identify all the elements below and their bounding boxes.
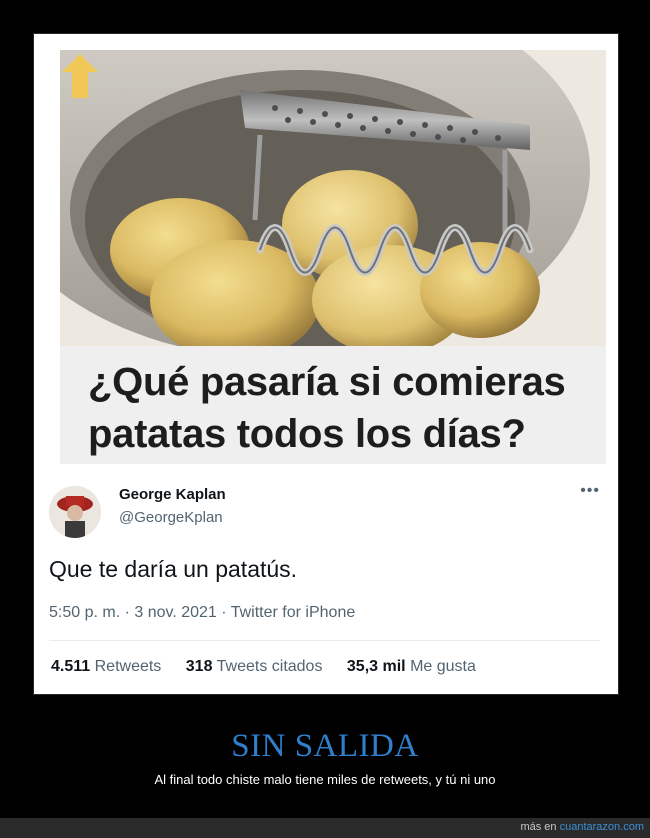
likes-label: Me gusta	[410, 658, 476, 675]
more-options-icon[interactable]: •••	[580, 482, 600, 500]
footer-bar: más en cuantarazon.com	[0, 818, 650, 838]
retweets-stat[interactable]: 4.511 Retweets	[51, 658, 161, 676]
meme-frame: ¿Qué pasaría si comieras patatas todos l…	[33, 33, 619, 695]
author-name[interactable]: George Kaplan	[119, 486, 226, 503]
retweets-label: Retweets	[94, 658, 162, 675]
potato-masher-photo	[60, 50, 606, 346]
caption-subtitle: Al final todo chiste malo tiene miles de…	[154, 772, 496, 787]
avatar[interactable]	[49, 486, 101, 538]
retweets-count: 4.511	[51, 658, 91, 675]
site-link[interactable]: cuantarazon.com	[560, 821, 644, 833]
tweet-text: Que te daría un patatús.	[49, 556, 298, 582]
divider	[49, 640, 600, 641]
up-arrow-icon	[62, 54, 98, 98]
quote-tweets-stat[interactable]: 318 Tweets citados	[186, 658, 323, 676]
likes-stat[interactable]: 35,3 mil Me gusta	[347, 658, 476, 676]
tweet-timestamp[interactable]: 5:50 p. m. · 3 nov. 2021 · Twitter for i…	[49, 604, 355, 622]
footer-prefix: más en	[520, 821, 557, 833]
article-card[interactable]: ¿Qué pasaría si comieras patatas todos l…	[60, 50, 606, 476]
author-handle[interactable]: @GeorgeKplan	[119, 509, 223, 526]
tweet-card: George Kaplan @GeorgeKplan ••• Que te da…	[34, 464, 618, 694]
caption-title: SIN SALIDA	[231, 728, 419, 764]
footer-text: más en cuantarazon.com	[520, 821, 644, 833]
likes-count: 35,3 mil	[346, 658, 406, 675]
quote-tweets-label: Tweets citados	[216, 658, 323, 675]
quote-tweets-count: 318	[185, 658, 213, 675]
tweet-stats: 4.511 Retweets 318 Tweets citados 35,3 m…	[51, 658, 496, 676]
article-headline: ¿Qué pasaría si comieras patatas todos l…	[88, 360, 566, 456]
